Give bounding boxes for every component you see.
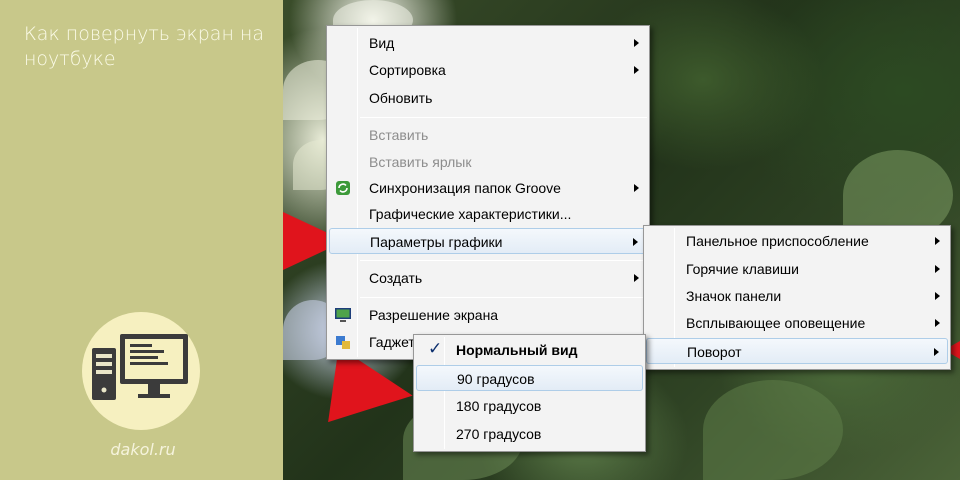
- menu-item-groove-sync[interactable]: Синхронизация папок Groove: [329, 175, 647, 201]
- menu-item-paste: Вставить: [329, 122, 647, 148]
- menu-item-label: Графические характеристики...: [369, 206, 572, 222]
- submenu-arrow-icon: [634, 184, 639, 192]
- menu-item-label: Вставить ярлык: [369, 154, 472, 170]
- menu-item-graphics-properties[interactable]: Графические характеристики...: [329, 201, 647, 227]
- menu-item-label: Вид: [369, 35, 395, 51]
- submenu-arrow-icon: [634, 66, 639, 74]
- gadgets-icon: [334, 333, 352, 351]
- submenu-arrow-icon: [634, 274, 639, 282]
- menu-item-label: Параметры графики: [370, 234, 503, 250]
- menu-item-label: Сортировка: [369, 62, 446, 78]
- menu-item-label: Нормальный вид: [456, 342, 578, 358]
- menu-item-label: Обновить: [369, 90, 433, 106]
- screen-resolution-icon: [334, 306, 352, 324]
- submenu-arrow-icon: [935, 237, 940, 245]
- menu-separator: [360, 297, 647, 298]
- menu-item-label: Значок панели: [686, 288, 782, 304]
- menu-item-rotation-normal[interactable]: ✓ Нормальный вид: [416, 337, 643, 363]
- rotation-submenu: ✓ Нормальный вид 90 градусов 180 градусо…: [413, 334, 646, 452]
- menu-item-label: Создать: [369, 270, 423, 286]
- menu-item-new[interactable]: Создать: [329, 265, 647, 291]
- article-title: Как повернуть экран на ноутбуке: [24, 23, 264, 70]
- menu-item-rotation[interactable]: Поворот: [646, 338, 948, 364]
- site-logo: [82, 312, 200, 430]
- menu-item-rotation-270[interactable]: 270 градусов: [416, 421, 643, 447]
- menu-item-rotation-180[interactable]: 180 градусов: [416, 393, 643, 419]
- submenu-arrow-icon: [934, 348, 939, 356]
- menu-item-view[interactable]: Вид: [329, 30, 647, 56]
- submenu-arrow-icon: [935, 292, 940, 300]
- menu-separator: [360, 117, 647, 118]
- menu-item-hotkeys[interactable]: Горячие клавиши: [646, 256, 948, 282]
- article-sidebar: Как повернуть экран на ноутбуке dakol.ru: [0, 0, 283, 480]
- menu-item-label: Синхронизация папок Groove: [369, 180, 561, 196]
- menu-item-label: Горячие клавиши: [686, 261, 799, 277]
- desktop-context-menu: Вид Сортировка Обновить Вставить Вставит…: [326, 25, 650, 360]
- submenu-arrow-icon: [935, 319, 940, 327]
- submenu-arrow-icon: [633, 238, 638, 246]
- menu-item-screen-resolution[interactable]: Разрешение экрана: [329, 302, 647, 328]
- menu-item-label: 180 градусов: [456, 398, 542, 414]
- menu-item-tray-icon[interactable]: Значок панели: [646, 283, 948, 309]
- submenu-arrow-icon: [634, 39, 639, 47]
- checkmark-icon: ✓: [428, 339, 443, 359]
- menu-item-sort[interactable]: Сортировка: [329, 57, 647, 83]
- menu-item-label: 90 градусов: [457, 371, 535, 387]
- menu-item-label: Панельное приспособление: [686, 233, 869, 249]
- menu-item-label: Вставить: [369, 127, 429, 143]
- menu-separator: [360, 260, 647, 261]
- menu-item-panel-gadget[interactable]: Панельное приспособление: [646, 228, 948, 254]
- menu-item-rotation-90[interactable]: 90 градусов: [416, 365, 643, 391]
- menu-item-label: Поворот: [687, 344, 742, 360]
- menu-item-label: Всплывающее оповещение: [686, 315, 866, 331]
- site-name: dakol.ru: [110, 440, 176, 459]
- leaf-shape: [703, 380, 843, 480]
- menu-item-refresh[interactable]: Обновить: [329, 85, 647, 111]
- graphics-options-submenu: Панельное приспособление Горячие клавиши…: [643, 225, 951, 370]
- submenu-arrow-icon: [935, 265, 940, 273]
- groove-sync-icon: [334, 179, 352, 197]
- menu-item-paste-shortcut: Вставить ярлык: [329, 149, 647, 175]
- menu-item-popup-notification[interactable]: Всплывающее оповещение: [646, 310, 948, 336]
- menu-item-graphics-options[interactable]: Параметры графики: [329, 228, 647, 254]
- menu-item-label: Разрешение экрана: [369, 307, 499, 323]
- computer-icon: [92, 334, 188, 400]
- menu-item-label: 270 градусов: [456, 426, 542, 442]
